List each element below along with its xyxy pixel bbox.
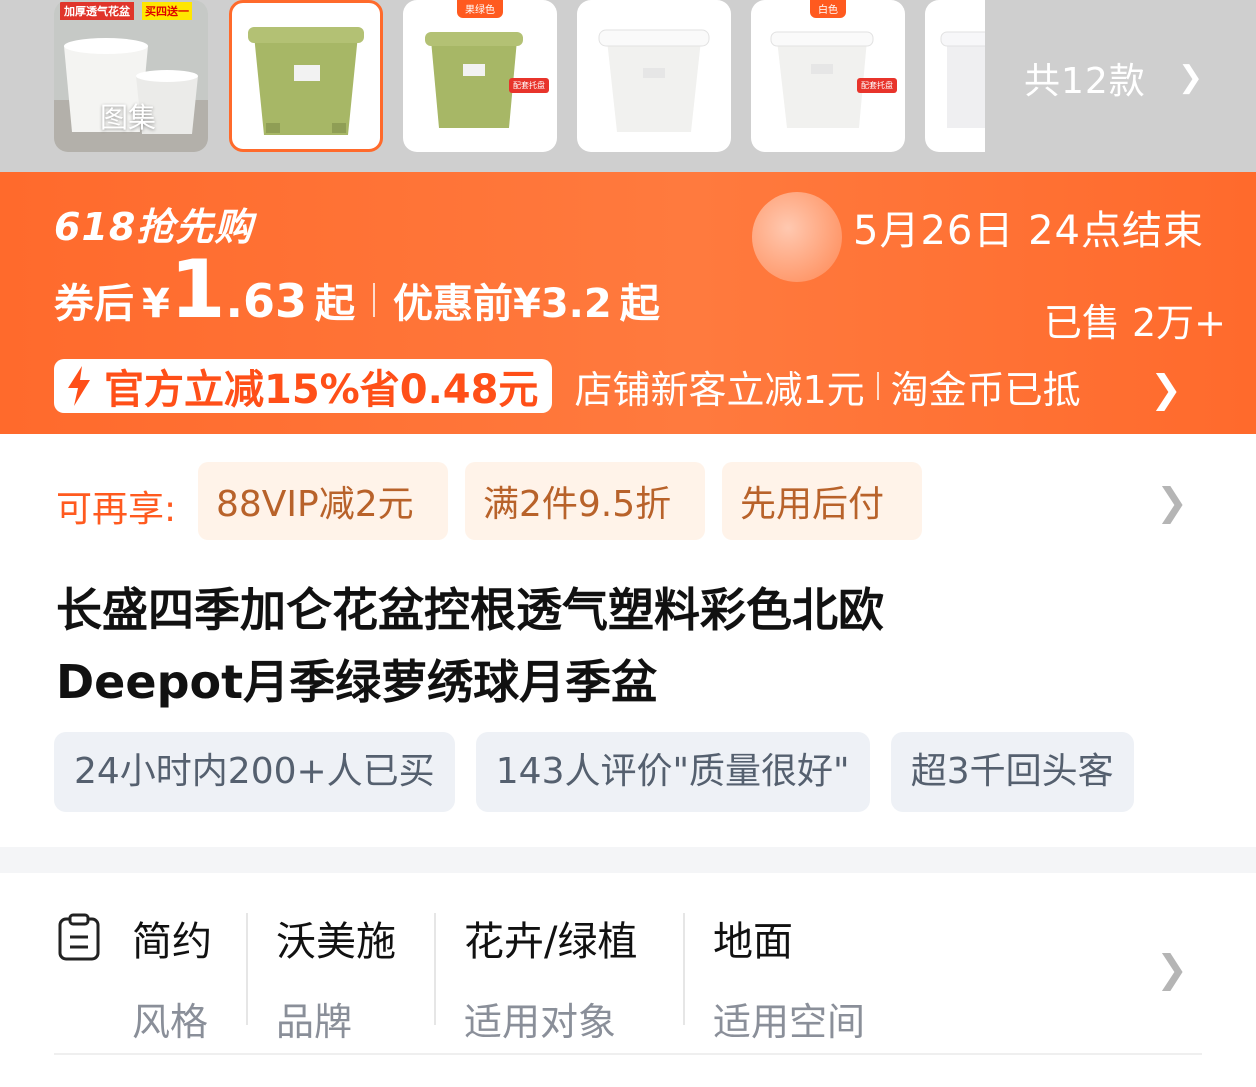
divider <box>434 913 436 1025</box>
divider <box>54 1053 1202 1055</box>
before-discount-price: ¥3.2 <box>513 281 612 327</box>
thumbnail-album[interactable]: 加厚透气花盆 买四送一 图集 <box>54 0 208 152</box>
attribute-value: 花卉/绿植 <box>464 919 638 965</box>
attribute-key: 风格 <box>132 1000 209 1044</box>
album-label: 图集 <box>100 101 157 134</box>
attribute-key: 适用空间 <box>713 1000 866 1044</box>
chevron-right-icon[interactable]: ❯ <box>1156 947 1188 991</box>
shop-new-customer-offer: 店铺新客立减1元 <box>574 367 865 412</box>
price-row: 券后 ¥ 1 .63 起 优惠前 ¥3.2 起 <box>54 250 660 340</box>
trust-chip-reviews[interactable]: 143人评价"质量很好" <box>475 732 870 812</box>
official-discount-text: 官方立减15%省0.48元 <box>104 367 539 413</box>
decor-bubble <box>752 192 842 282</box>
clipboard-icon <box>58 913 100 961</box>
lightning-icon <box>68 366 90 406</box>
price-suffix: 起 <box>315 281 356 327</box>
chevron-right-icon[interactable]: ❯ <box>1150 367 1182 411</box>
extra-offers-label: 可再享: <box>56 489 177 530</box>
attribute-value: 沃美施 <box>276 919 396 965</box>
album-promo-label: 加厚透气花盆 <box>60 2 134 20</box>
white-pot-image <box>770 31 874 128</box>
product-title-line: Deepot月季绿萝绣球月季盆 <box>56 655 658 709</box>
after-coupon-label: 券后 <box>54 281 134 327</box>
thumbnail-strip: 加厚透气花盆 买四送一 图集 果绿色 配套托盘 白色 配套托盘 共12款 ❯ <box>0 0 1256 172</box>
attribute-key: 适用对象 <box>464 1000 617 1044</box>
thumbnail-white-pot[interactable] <box>577 0 731 152</box>
event-end-time: 5月26日 24点结束 <box>853 208 1204 254</box>
green-pot-image <box>425 32 523 128</box>
green-pot-image <box>248 27 364 135</box>
divider <box>683 913 685 1025</box>
official-discount-chip[interactable]: 官方立减15%省0.48元 <box>54 359 553 413</box>
price-decimal: .63 <box>225 274 308 328</box>
color-tag: 白色 <box>810 0 846 18</box>
offer-chip-pay-later[interactable]: 先用后付 <box>722 462 922 540</box>
thumbnail-more[interactable] <box>925 0 985 152</box>
price-integer: 1 <box>169 243 226 336</box>
offer-chip-multi-buy[interactable]: 满2件9.5折 <box>465 462 705 540</box>
sold-count: 已售 2万+ <box>1043 301 1226 345</box>
thumbnail-green-pot-selected[interactable] <box>229 0 383 152</box>
tray-badge: 配套托盘 <box>857 78 897 93</box>
divider <box>876 372 879 400</box>
white-pot-image <box>598 29 710 132</box>
before-discount-label: 优惠前 <box>393 281 514 327</box>
before-price-suffix: 起 <box>619 281 660 327</box>
thumbnail-green-pot[interactable]: 果绿色 配套托盘 <box>403 0 557 152</box>
currency-symbol: ¥ <box>142 281 170 327</box>
divider <box>373 283 376 317</box>
trust-chip-repeat-customers[interactable]: 超3千回头客 <box>890 732 1134 812</box>
tray-badge: 配套托盘 <box>509 78 549 93</box>
offer-chip-88vip[interactable]: 88VIP减2元 <box>198 462 448 540</box>
product-info-card: 可再享: 88VIP减2元 满2件9.5折 先用后付 ❯ 长盛四季加仑花盆控根透… <box>0 434 1256 847</box>
attribute-style: 简约 风格 <box>132 909 212 1046</box>
divider <box>246 913 248 1025</box>
attribute-target: 花卉/绿植 适用对象 <box>464 909 637 1046</box>
trust-chip-recent-buyers[interactable]: 24小时内200+人已买 <box>54 732 455 812</box>
pot-image <box>940 31 985 128</box>
attribute-value: 简约 <box>132 919 212 965</box>
chevron-right-icon[interactable]: ❯ <box>1178 60 1203 95</box>
promo-banner: 618抢先购 5月26日 24点结束 券后 ¥ 1 .63 起 优惠前 ¥3.2… <box>0 172 1256 434</box>
styles-count[interactable]: 共12款 <box>1024 52 1146 104</box>
coupon-row[interactable]: 官方立减15%省0.48元 店铺新客立减1元 淘金币已抵 <box>54 359 1091 413</box>
attributes-card[interactable]: 简约 风格 沃美施 品牌 花卉/绿植 适用对象 地面 适用空间 ❯ <box>0 873 1256 1087</box>
chevron-right-icon[interactable]: ❯ <box>1156 480 1188 524</box>
product-title-line: 长盛四季加仑花盆控根透气塑料彩色北欧 <box>56 583 884 637</box>
album-promo-badge: 买四送一 <box>142 2 192 20</box>
trust-badges: 24小时内200+人已买 143人评价"质量很好" 超3千回头客 <box>54 732 1194 812</box>
attribute-value: 地面 <box>713 919 793 965</box>
color-tag: 果绿色 <box>457 0 503 18</box>
attribute-key: 品牌 <box>276 1000 353 1044</box>
taojinbi-offer: 淘金币已抵 <box>890 367 1081 412</box>
product-title: 长盛四季加仑花盆控根透气塑料彩色北欧 Deepot月季绿萝绣球月季盆 <box>56 574 1156 718</box>
attribute-space: 地面 适用空间 <box>713 909 865 1046</box>
thumbnail-white-pot-tray[interactable]: 白色 配套托盘 <box>751 0 905 152</box>
attribute-brand: 沃美施 品牌 <box>276 909 396 1046</box>
